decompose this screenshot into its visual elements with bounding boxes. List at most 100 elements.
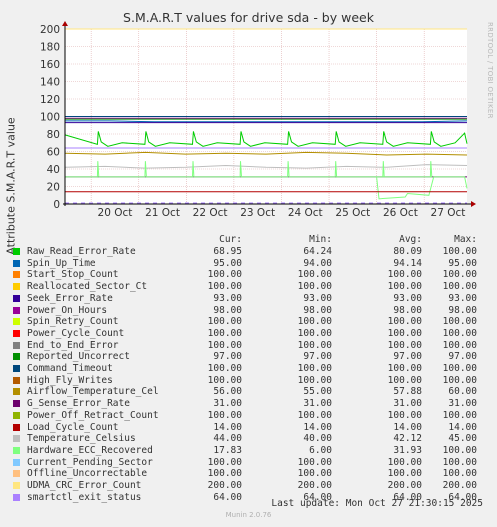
x-tick-label: 22 Oct <box>193 207 228 219</box>
legend-swatch <box>13 318 20 326</box>
legend-min: 100.00 <box>297 363 332 374</box>
legend-min: 14.00 <box>303 421 332 433</box>
legend-name: Command_Timeout <box>27 363 113 374</box>
legend-min: 100.00 <box>297 409 332 421</box>
legend-name: Seek_Error_Rate <box>27 292 113 304</box>
legend-name: smartctl_exit_status <box>27 491 142 503</box>
legend-row: Seek_Error_Rate 93.00 93.00 93.00 93.00 <box>13 293 483 305</box>
legend-min: 40.00 <box>303 433 332 445</box>
legend-header: Cur: Min: Avg: Max: <box>13 234 483 246</box>
y-tick-label: 20 <box>47 182 60 194</box>
legend-row: End_to_End_Error 100.00 100.00 100.00 100.00 <box>13 340 483 352</box>
legend-row: Current_Pending_Sector 100.00 100.00 100.00… <box>13 457 483 469</box>
legend-max: 31.00 <box>448 398 477 410</box>
legend-max: 45.00 <box>448 433 477 445</box>
legend-max: 14.00 <box>448 421 477 433</box>
x-tick-label: 20 Oct <box>98 207 133 219</box>
legend-max: 100.00 <box>442 281 477 293</box>
legend-cur: 200.00 <box>207 480 242 491</box>
legend-cur: 17.83 <box>213 444 242 456</box>
legend-swatch <box>13 365 20 372</box>
legend-max: 100.00 <box>442 468 477 480</box>
legend-max: 95.00 <box>448 257 477 269</box>
legend-cur: 31.00 <box>213 398 242 410</box>
legend-cur: 100.00 <box>207 269 242 281</box>
legend-max: 93.00 <box>448 292 477 304</box>
legend-row: Reallocated_Sector_Ct 100.00 100.00 100.00 1… <box>13 281 483 293</box>
legend-min: 64.24 <box>303 246 332 257</box>
header-cur: Cur: <box>219 234 242 245</box>
legend-row: Power_On_Hours 98.00 98.00 98.00 98.00 <box>13 305 483 317</box>
legend-max: 200.00 <box>442 480 477 491</box>
legend-min: 98.00 <box>303 304 332 316</box>
legend-max: 100.00 <box>442 246 477 257</box>
legend-name: Load_Cycle_Count <box>27 421 119 433</box>
legend-max: 100.00 <box>442 339 477 351</box>
legend-cur: 100.00 <box>207 281 242 293</box>
y-ticks: 0 20 40 60 80 100 120 140 160 180 200 <box>40 24 60 211</box>
y-tick-label: 180 <box>40 42 60 54</box>
x-tick-label: 26 Oct <box>383 207 418 219</box>
y-tick-label: 120 <box>40 94 60 106</box>
chart-plot: 0 20 40 60 80 100 120 140 160 180 200 20 Oct 21 Oct… <box>40 21 476 219</box>
legend-cur: 100.00 <box>207 468 242 480</box>
legend-name: UDMA_CRC_Error_Count <box>27 480 142 491</box>
legend-row: Hardware_ECC_Recovered 17.83 6.00 31.93 100.… <box>13 445 483 457</box>
y-tick-label: 60 <box>47 147 60 159</box>
legend-cur: 100.00 <box>207 363 242 374</box>
legend-cur: 64.00 <box>213 491 242 503</box>
legend-name: Power_Off_Retract_Count <box>27 409 159 421</box>
legend-min: 100.00 <box>297 374 332 386</box>
legend-name: Start_Stop_Count <box>27 269 119 281</box>
legend-cur: 14.00 <box>213 421 242 433</box>
legend-row: Reported_Uncorrect 97.00 97.00 97.00 97.00 <box>13 351 483 363</box>
legend-min: 200.00 <box>297 480 332 491</box>
y-tick-label: 0 <box>53 199 60 211</box>
legend-cur: 100.00 <box>207 409 242 421</box>
legend-max: 100.00 <box>442 444 477 456</box>
legend-name: Temperature_Celsius <box>27 433 136 445</box>
x-tick-label: 21 Oct <box>145 207 180 219</box>
legend-swatch <box>13 353 20 361</box>
legend-swatch <box>13 376 20 384</box>
y-tick-label: 160 <box>40 59 60 71</box>
legend-cur: 95.00 <box>213 257 242 269</box>
legend-max: 97.00 <box>448 351 477 363</box>
legend-cur: 44.00 <box>213 433 242 445</box>
legend-swatch <box>13 283 20 291</box>
legend-row: Command_Timeout 100.00 100.00 100.00 100.00 <box>13 363 483 375</box>
legend-row: Airflow_Temperature_Cel 56.00 55.00 57.88 60… <box>13 386 483 398</box>
legend-max: 100.00 <box>442 327 477 339</box>
legend-row: Offline_Uncorrectable 100.00 100.00 100.00 1… <box>13 468 483 480</box>
legend-name: Power_On_Hours <box>27 304 108 316</box>
header-min: Min: <box>309 234 332 245</box>
legend-swatch <box>13 446 20 454</box>
legend-min: 100.00 <box>297 316 332 328</box>
y-tick-label: 40 <box>47 164 60 176</box>
last-update: Last update: Mon Oct 27 21:30:15 2025 <box>271 498 483 509</box>
legend-max: 100.00 <box>442 316 477 328</box>
legend-row: Raw_Read_Error_Rate 68.95 64.24 80.09 100.00 <box>13 246 483 258</box>
legend-cur: 100.00 <box>207 456 242 468</box>
legend-name: End_to_End_Error <box>27 339 119 351</box>
legend-min: 94.00 <box>303 257 332 269</box>
legend-row: Start_Stop_Count 100.00 100.00 100.00 100.00 <box>13 269 483 281</box>
legend-name: Spin_Up_Time <box>27 257 96 269</box>
legend-cur: 100.00 <box>207 374 242 386</box>
legend-swatch <box>13 435 20 443</box>
munin-version: Munin 2.0.76 <box>225 511 272 519</box>
legend-min: 100.00 <box>297 327 332 339</box>
legend-max: 98.00 <box>448 304 477 316</box>
legend-name: Reallocated_Sector_Ct <box>27 281 148 293</box>
legend-min: 100.00 <box>297 468 332 480</box>
legend-row: Power_Cycle_Count 100.00 100.00 100.00 100.0… <box>13 328 483 340</box>
legend-max: 100.00 <box>442 374 477 386</box>
legend-row: Power_Off_Retract_Count 100.00 100.00 100.0… <box>13 410 483 422</box>
legend-cur: 98.00 <box>213 304 242 316</box>
legend-min: 100.00 <box>297 269 332 281</box>
y-tick-label: 100 <box>40 112 60 124</box>
legend-swatch <box>13 388 20 396</box>
x-ticks: 20 Oct 21 Oct 22 Oct 23 Oct 24 Oct 25 Oct 26 O… <box>98 207 466 219</box>
legend-max: 100.00 <box>442 269 477 281</box>
x-tick-label: 27 Oct <box>431 207 466 219</box>
